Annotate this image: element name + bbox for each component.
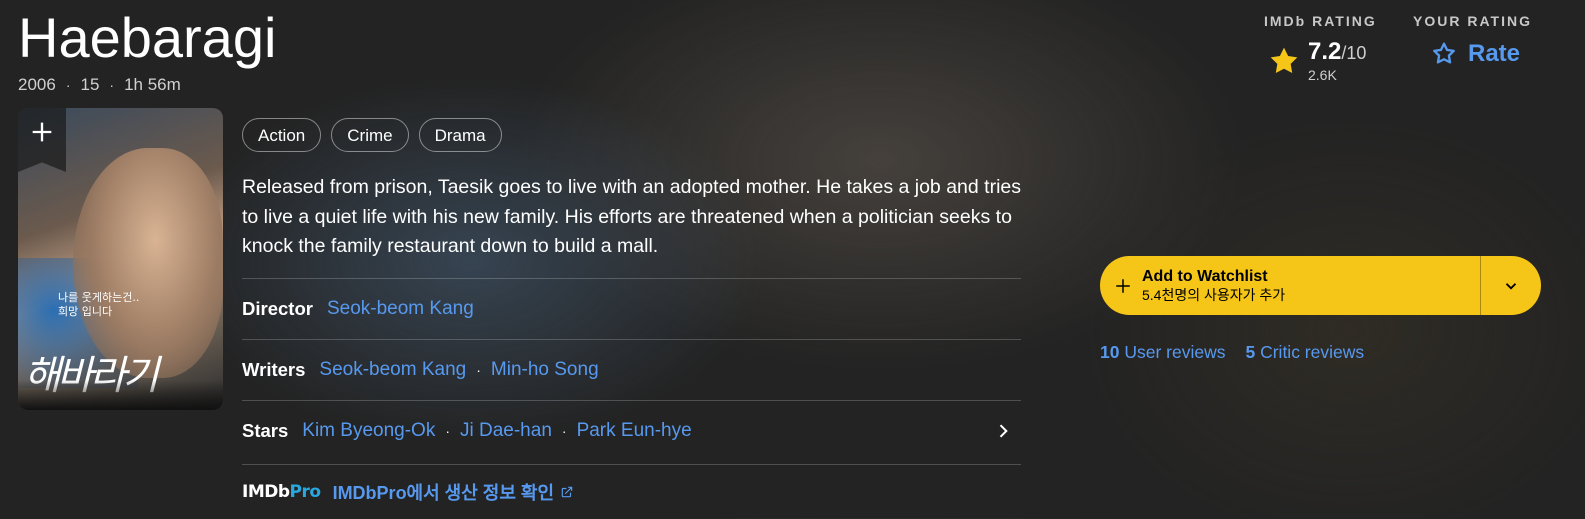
watchlist-text: Add to Watchlist 5.4천명의 사용자가 추가 xyxy=(1142,268,1285,304)
imdbpro-logo-pro: Pro xyxy=(289,482,322,502)
critic-reviews-label: Critic reviews xyxy=(1260,342,1365,362)
imdb-rating[interactable]: 7.2/10 2.6K xyxy=(1268,38,1366,83)
release-year[interactable]: 2006 xyxy=(18,75,56,95)
separator: · xyxy=(65,77,71,93)
separator: · xyxy=(445,423,450,439)
genre-chip[interactable]: Action xyxy=(242,118,322,152)
genre-chip[interactable]: Crime xyxy=(331,118,409,152)
chevron-down-icon xyxy=(1505,282,1517,290)
chevron-right-icon[interactable] xyxy=(993,421,1013,441)
runtime: 1h 56m xyxy=(124,75,181,94)
rating-value: 7.2 xyxy=(1308,38,1342,65)
poster-credits-band xyxy=(18,380,223,410)
reviews-links: 10 User reviews 5 Critic reviews xyxy=(1100,342,1364,363)
separator: · xyxy=(561,423,567,439)
user-reviews-label: User reviews xyxy=(1124,342,1226,362)
credit-label[interactable]: Stars xyxy=(242,420,288,442)
title-meta: 2006 · 15 · 1h 56m xyxy=(18,75,181,95)
star-filled-icon xyxy=(1270,47,1298,73)
credit-label[interactable]: Director xyxy=(242,298,313,320)
credit-row-writers: Writers Seok-beom Kang · Min-ho Song xyxy=(242,339,1021,400)
credits-list: Director Seok-beom Kang Writers Seok-beo… xyxy=(242,278,1021,461)
add-to-watchlist-button[interactable]: Add to Watchlist 5.4천명의 사용자가 추가 xyxy=(1100,256,1480,315)
certificate[interactable]: 15 xyxy=(81,75,100,95)
star-outline-icon xyxy=(1433,42,1455,64)
imdb-rating-label: IMDb RATING xyxy=(1264,13,1377,29)
poster-image[interactable]: 나를 웃게하는건.. 희망 입니다 해바라기 xyxy=(18,108,223,410)
watchlist-label: Add to Watchlist xyxy=(1142,267,1268,285)
watchlist-button-group: Add to Watchlist 5.4천명의 사용자가 추가 xyxy=(1100,256,1541,315)
critic-reviews-count: 5 xyxy=(1245,342,1256,362)
page-title: Haebaragi xyxy=(18,6,277,69)
writer-link[interactable]: Min-ho Song xyxy=(491,359,599,381)
poster-tagline: 나를 웃게하는건.. 희망 입니다 xyxy=(58,291,139,319)
imdb-rating-values: 7.2/10 2.6K xyxy=(1308,38,1366,83)
plus-icon xyxy=(32,122,52,142)
rate-button[interactable]: Rate xyxy=(1430,40,1520,68)
plot-summary: Released from prison, Taesik goes to liv… xyxy=(242,176,1021,257)
imdbpro-link[interactable]: IMDbPro에서 생산 정보 확인 xyxy=(333,479,554,505)
add-to-watchlist-ribbon[interactable] xyxy=(18,108,66,172)
user-reviews-count: 10 xyxy=(1100,342,1120,362)
credit-row-stars: Stars Kim Byeong-Ok · Ji Dae-han · Park … xyxy=(242,400,1021,461)
genre-chip[interactable]: Drama xyxy=(418,118,502,152)
external-link-icon xyxy=(561,486,573,498)
poster-tagline-line1: 나를 웃게하는건.. xyxy=(58,291,140,304)
imdbpro-logo-imdb: IMDb xyxy=(242,482,290,502)
rating-count: 2.6K xyxy=(1308,67,1337,83)
star-link[interactable]: Kim Byeong-Ok xyxy=(302,420,435,442)
plus-icon xyxy=(1116,278,1130,293)
director-link[interactable]: Seok-beom Kang xyxy=(327,298,474,320)
genre-chips: Action Crime Drama xyxy=(242,118,502,152)
writer-link[interactable]: Seok-beom Kang xyxy=(319,359,466,381)
watchlist-count: 5.4천명의 사용자가 추가 xyxy=(1142,286,1286,303)
imdbpro-logo: IMDbPro xyxy=(242,482,321,502)
poster-tagline-line2: 희망 입니다 xyxy=(58,305,113,318)
star-link[interactable]: Park Eun-hye xyxy=(577,420,692,442)
star-link[interactable]: Ji Dae-han xyxy=(460,420,552,442)
critic-reviews-link[interactable]: 5 Critic reviews xyxy=(1245,342,1364,363)
imdbpro-row: IMDbPro IMDbPro에서 생산 정보 확인 xyxy=(242,464,1021,519)
separator: · xyxy=(476,362,481,378)
rate-label: Rate xyxy=(1468,40,1521,67)
your-rating-label: YOUR RATING xyxy=(1413,13,1532,29)
rating-scale: /10 xyxy=(1341,43,1367,63)
separator: · xyxy=(109,77,115,93)
credit-row-director: Director Seok-beom Kang xyxy=(242,278,1021,339)
user-reviews-link[interactable]: 10 User reviews xyxy=(1100,342,1225,363)
watchlist-dropdown-button[interactable] xyxy=(1480,256,1541,315)
credit-label[interactable]: Writers xyxy=(242,359,305,381)
